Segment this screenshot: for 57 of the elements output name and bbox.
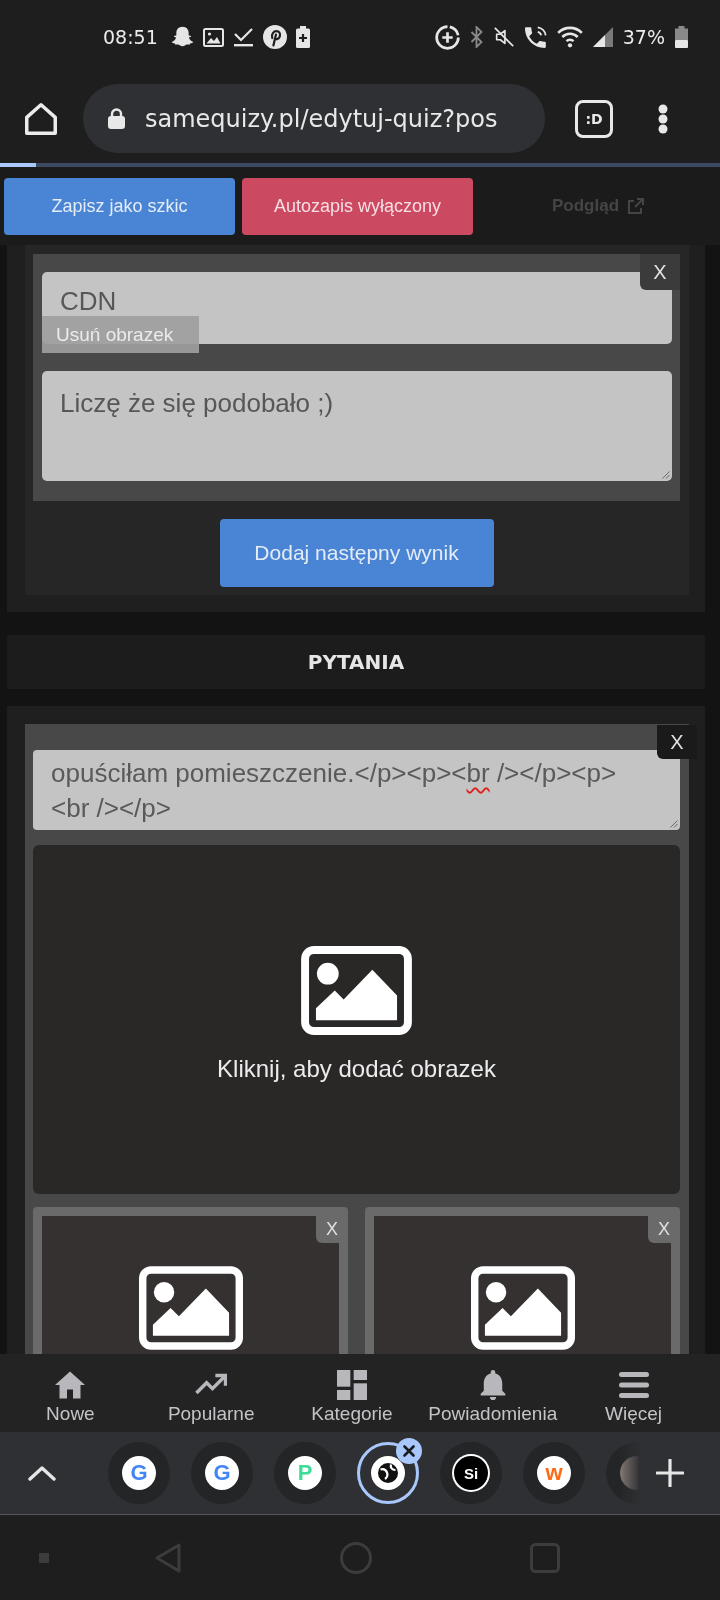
add-image-dropzone[interactable]: Kliknij, aby dodać obrazek bbox=[33, 845, 680, 1194]
site-icon: P bbox=[288, 1456, 322, 1490]
nav-item[interactable]: Więcej bbox=[563, 1354, 704, 1432]
plus-icon[interactable] bbox=[656, 1459, 684, 1487]
resize-grip-icon[interactable] bbox=[670, 820, 678, 828]
remove-result-button[interactable]: X bbox=[640, 254, 680, 290]
wifi-icon bbox=[556, 26, 583, 48]
bluetooth-icon bbox=[469, 26, 483, 48]
site-icon bbox=[620, 1456, 640, 1490]
question-text-field[interactable]: opuściłam pomieszczenie.</p><p><br /></p><p> <br /></p> bbox=[33, 750, 680, 830]
nav-item[interactable]: Kategorie bbox=[281, 1354, 423, 1432]
signal-icon bbox=[592, 27, 613, 47]
tab-button[interactable]: G bbox=[191, 1442, 253, 1504]
tab-button[interactable]: w bbox=[523, 1442, 585, 1504]
image-icon bbox=[138, 1266, 243, 1350]
pin-logo-icon bbox=[262, 25, 287, 49]
chevron-up-icon[interactable] bbox=[28, 1465, 56, 1481]
nav-item[interactable]: Powiadomienia bbox=[422, 1354, 564, 1432]
add-result-button[interactable]: Dodaj następny wynik bbox=[219, 519, 494, 587]
site-icon: G bbox=[205, 1456, 239, 1490]
home-icon bbox=[55, 1370, 86, 1400]
image-icon bbox=[470, 1266, 575, 1350]
tab-button[interactable]: G bbox=[108, 1442, 170, 1504]
tab-switcher-button[interactable]: :D bbox=[575, 99, 613, 138]
battery-icon bbox=[675, 26, 688, 48]
address-bar[interactable]: samequizy.pl/edytuj-quiz?pos bbox=[83, 84, 545, 153]
resize-grip-icon[interactable] bbox=[662, 471, 670, 479]
data-saver-icon bbox=[434, 24, 460, 50]
site-icon: Si bbox=[454, 1456, 488, 1490]
battery-percent: 37% bbox=[622, 26, 665, 48]
remove-image-button[interactable]: Usuń obrazek bbox=[42, 316, 199, 353]
remove-question-button[interactable]: X bbox=[657, 725, 697, 759]
image-icon bbox=[202, 27, 224, 47]
site-icon: w bbox=[537, 1456, 571, 1490]
dashboard-icon bbox=[337, 1370, 367, 1400]
globe-icon bbox=[371, 1456, 405, 1490]
menu-icon bbox=[618, 1372, 649, 1398]
nav-item[interactable]: Nowe bbox=[0, 1354, 141, 1432]
result-description-field[interactable]: Liczę że się podobało ;) bbox=[42, 371, 672, 481]
bell-icon bbox=[478, 1370, 507, 1400]
site-icon: G bbox=[122, 1456, 156, 1490]
status-time: 08:51 bbox=[103, 26, 158, 48]
close-icon[interactable] bbox=[396, 1438, 422, 1464]
ghost-icon bbox=[170, 26, 194, 48]
section-title: PYTANIA bbox=[307, 650, 405, 674]
battery-charging-icon bbox=[295, 26, 310, 48]
wifi-call-icon bbox=[524, 26, 547, 48]
autosave-button[interactable]: Autozapis wyłączony bbox=[242, 177, 473, 235]
nav-item[interactable]: Popularne bbox=[140, 1354, 282, 1432]
mute-icon bbox=[492, 26, 515, 48]
save-draft-button[interactable]: Zapisz jako szkic bbox=[4, 177, 235, 235]
tab-button[interactable]: Si bbox=[440, 1442, 502, 1504]
download-done-icon bbox=[232, 27, 254, 47]
external-link-icon bbox=[627, 197, 645, 215]
menu-icon[interactable] bbox=[658, 103, 668, 134]
image-icon bbox=[301, 946, 412, 1035]
lock-icon bbox=[108, 108, 125, 129]
